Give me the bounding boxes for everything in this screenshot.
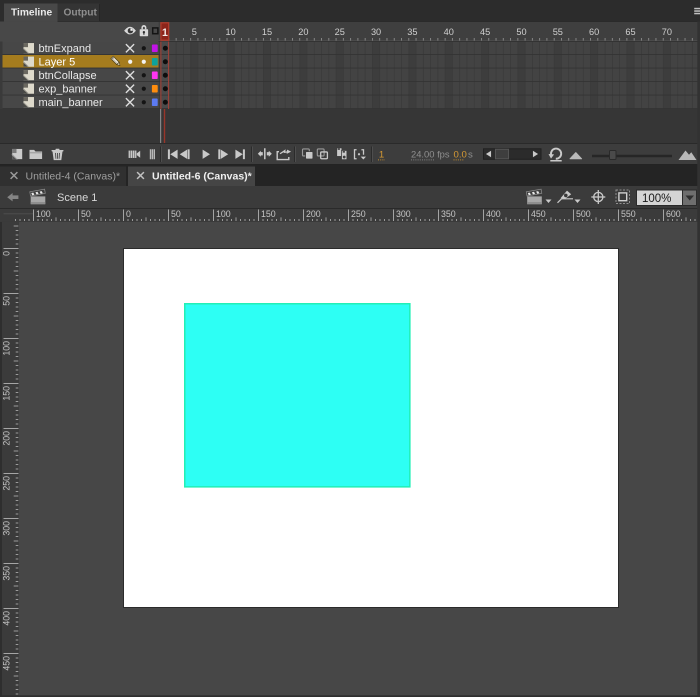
svg-text:Untitled-4 (Canvas)*: Untitled-4 (Canvas)*	[26, 171, 121, 183]
svg-text:0: 0	[1, 251, 11, 256]
svg-text:10: 10	[226, 27, 236, 37]
svg-text:150: 150	[261, 209, 276, 219]
svg-text:65: 65	[625, 27, 635, 37]
svg-text:15: 15	[262, 27, 272, 37]
svg-text:500: 500	[576, 209, 591, 219]
svg-text:5: 5	[192, 27, 197, 37]
svg-text:50: 50	[171, 209, 181, 219]
svg-text:60: 60	[589, 27, 599, 37]
svg-text:100: 100	[36, 209, 51, 219]
svg-text:exp_banner: exp_banner	[39, 84, 97, 96]
svg-text:24.00 fps: 24.00 fps	[411, 148, 450, 159]
svg-text:50: 50	[1, 296, 11, 306]
svg-text:400: 400	[486, 209, 501, 219]
svg-text:1: 1	[379, 149, 384, 160]
svg-text:55: 55	[553, 27, 563, 37]
svg-text:70: 70	[662, 27, 672, 37]
svg-text:45: 45	[480, 27, 490, 37]
svg-text:300: 300	[396, 209, 411, 219]
svg-text:0: 0	[126, 209, 131, 219]
svg-text:350: 350	[1, 566, 11, 581]
svg-text:150: 150	[1, 386, 11, 401]
svg-text:250: 250	[351, 209, 366, 219]
svg-text:30: 30	[371, 27, 381, 37]
svg-text:50: 50	[81, 209, 91, 219]
svg-text:1: 1	[162, 27, 168, 39]
svg-text:450: 450	[531, 209, 546, 219]
svg-text:250: 250	[1, 476, 11, 491]
svg-text:Output: Output	[64, 8, 98, 19]
svg-text:100: 100	[216, 209, 231, 219]
svg-text:Layer 5: Layer 5	[39, 57, 76, 69]
svg-text:btnCollapse: btnCollapse	[39, 70, 97, 82]
svg-text:35: 35	[407, 27, 417, 37]
svg-text:200: 200	[306, 209, 321, 219]
svg-text:25: 25	[335, 27, 345, 37]
svg-text:550: 550	[621, 209, 636, 219]
svg-text:Timeline: Timeline	[11, 8, 52, 19]
svg-text:200: 200	[1, 431, 11, 446]
svg-text:s: s	[468, 149, 473, 160]
svg-text:50: 50	[516, 27, 526, 37]
svg-text:350: 350	[441, 209, 456, 219]
svg-text:400: 400	[1, 611, 11, 626]
svg-text:btnExpand: btnExpand	[39, 43, 92, 55]
svg-text:main_banner: main_banner	[39, 97, 104, 109]
svg-text:Scene 1: Scene 1	[57, 192, 97, 204]
svg-text:300: 300	[1, 521, 11, 536]
svg-text:20: 20	[298, 27, 308, 37]
svg-text:600: 600	[666, 209, 681, 219]
svg-text:100: 100	[1, 341, 11, 356]
svg-text:450: 450	[1, 656, 11, 671]
svg-text:40: 40	[444, 27, 454, 37]
svg-text:Untitled-6 (Canvas)*: Untitled-6 (Canvas)*	[152, 171, 253, 183]
svg-text:0.0: 0.0	[454, 149, 467, 160]
svg-text:100%: 100%	[642, 193, 671, 205]
